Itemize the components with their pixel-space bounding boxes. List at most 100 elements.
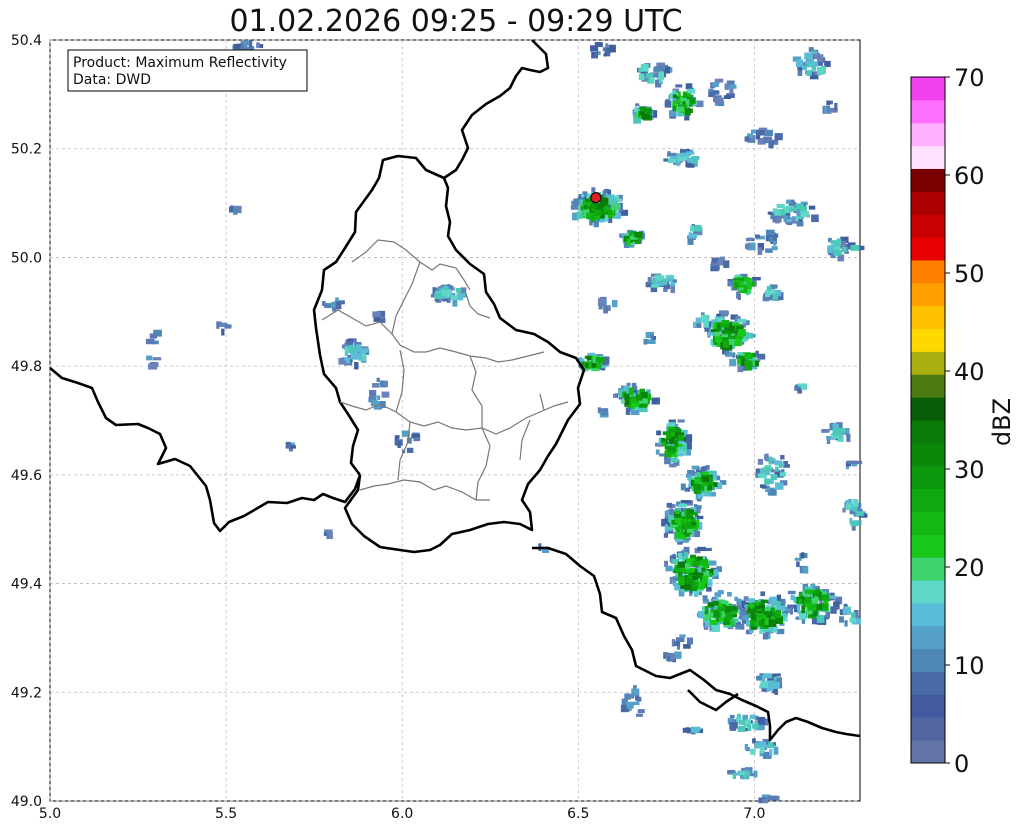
- radar-echo-pixel: [728, 84, 737, 89]
- colorbar-tick-label: 60: [954, 162, 985, 190]
- radar-echo-pixel: [757, 716, 766, 725]
- radar-echo-pixel: [755, 350, 759, 358]
- radar-echo-pixel: [737, 725, 746, 733]
- radar-echo-pixel: [149, 333, 158, 339]
- radar-echo-pixel: [774, 133, 783, 141]
- radar-echo-pixel: [739, 771, 745, 776]
- radar-echo-pixel: [738, 616, 743, 620]
- radar-echo-pixel: [724, 83, 729, 90]
- radar-echo-pixel: [727, 591, 732, 597]
- radar-echo-pixel: [709, 619, 718, 625]
- radar-echo-pixel: [691, 522, 697, 526]
- radar-echo-pixel: [754, 619, 760, 627]
- radar-echo-pixel: [839, 616, 844, 623]
- radar-echo-pixel: [769, 596, 778, 604]
- radar-echo-pixel: [757, 247, 763, 256]
- colorbar: 0 10 20 30 40 50 60 70: [910, 64, 985, 778]
- radar-echo-pixel: [744, 243, 751, 249]
- colorbar-swatch: [911, 282, 945, 307]
- y-tick-label: 49.2: [11, 685, 42, 701]
- radar-echo-pixel: [693, 581, 699, 589]
- radar-echo-pixel: [686, 637, 693, 645]
- radar-echo-pixel: [845, 499, 851, 504]
- radar-map: 01.02.2026 09:25 - 09:29 UTC 5.0 5.5 6.0…: [11, 4, 1016, 822]
- radar-echo-pixel: [736, 291, 740, 299]
- radar-echo-pixel: [676, 577, 682, 581]
- radar-echo-pixel: [732, 352, 736, 358]
- radar-echo-pixel: [350, 345, 357, 354]
- radar-echo-pixel: [581, 194, 585, 198]
- data-source-label: Data: DWD: [73, 72, 151, 88]
- radar-echo-pixel: [641, 114, 650, 120]
- radar-echo-pixel: [796, 603, 801, 611]
- radar-echo-pixel: [686, 512, 692, 520]
- radar-echo-pixel: [799, 612, 807, 620]
- radar-echo-pixel: [719, 256, 725, 261]
- radar-echo-pixel: [693, 483, 702, 491]
- colorbar-swatch: [911, 442, 945, 467]
- radar-echo-pixel: [148, 363, 158, 370]
- radar-echo-pixel: [767, 211, 773, 215]
- radar-echo-pixel: [674, 439, 679, 447]
- x-tick-label: 5.0: [39, 806, 61, 822]
- radar-echo-pixel: [772, 294, 779, 300]
- radar-echo-pixel: [659, 453, 665, 457]
- radar-echo-pixel: [710, 329, 718, 333]
- radar-echo-pixel: [701, 314, 710, 323]
- colorbar-tick-label: 40: [954, 358, 985, 386]
- radar-echo-pixel: [626, 701, 634, 709]
- radar-echo-pixel: [219, 321, 223, 326]
- radar-echo-pixel: [667, 277, 673, 282]
- radar-echo-pixel: [669, 463, 677, 468]
- radar-echo-pixel: [685, 83, 693, 90]
- radar-echo-pixel: [700, 466, 706, 471]
- radar-echo-pixel: [693, 466, 698, 470]
- radar-echo-pixel: [597, 298, 606, 307]
- radar-echo-pixel: [629, 693, 635, 699]
- radar-echo-pixel: [376, 377, 380, 382]
- radar-echo-pixel: [675, 84, 683, 88]
- radar-echo-pixel: [779, 472, 787, 477]
- radar-echo-pixel: [354, 361, 359, 370]
- y-tick-label: 49.8: [11, 359, 42, 375]
- y-tick-label: 49.6: [11, 468, 42, 484]
- radar-echo-pixel: [790, 607, 794, 615]
- radar-echo-pixel: [696, 471, 701, 478]
- radar-echo-pixel: [666, 445, 672, 451]
- radar-echo-pixel: [855, 511, 864, 517]
- colorbar-swatch: [911, 168, 945, 192]
- radar-echo-pixel: [729, 723, 737, 731]
- radar-echo-pixel: [759, 746, 765, 754]
- radar-echo-pixel: [828, 595, 837, 599]
- radar-echo-pixel: [701, 575, 708, 584]
- radar-echo-pixel: [695, 317, 701, 324]
- radar-echo-pixel: [677, 434, 684, 440]
- radar-echo-pixel: [775, 218, 780, 224]
- radar-echo-pixel: [248, 40, 253, 48]
- radar-echo-pixel: [727, 606, 737, 611]
- radar-echo-pixel: [662, 441, 666, 447]
- radar-echo-pixel: [656, 430, 662, 436]
- colorbar-tick-label: 20: [954, 554, 985, 582]
- radar-echo-pixel: [784, 208, 789, 214]
- radar-echo-pixel: [686, 88, 696, 94]
- radar-echo-pixel: [760, 599, 768, 604]
- radar-echo-pixel: [811, 214, 819, 223]
- colorbar-swatch: [911, 122, 945, 147]
- radar-echo-pixel: [749, 608, 757, 614]
- radar-echo-pixel: [406, 447, 414, 453]
- radar-echo-pixel: [775, 466, 779, 472]
- radar-echo-pixel: [722, 339, 729, 348]
- radar-echo-pixel: [670, 282, 676, 287]
- radar-echo-pixel: [764, 478, 770, 486]
- colorbar-label: dBZ: [988, 398, 1016, 446]
- radar-echo-pixel: [712, 265, 720, 271]
- colorbar-swatch: [911, 374, 945, 398]
- radar-echo-pixel: [771, 458, 776, 462]
- radar-echo-pixel: [688, 97, 696, 104]
- radar-echo-pixel: [842, 607, 850, 615]
- radar-echo-pixel: [687, 157, 693, 163]
- radar-echo-pixel: [666, 502, 673, 508]
- radar-echo-pixel: [634, 107, 639, 113]
- radar-echo-pixel: [795, 216, 799, 222]
